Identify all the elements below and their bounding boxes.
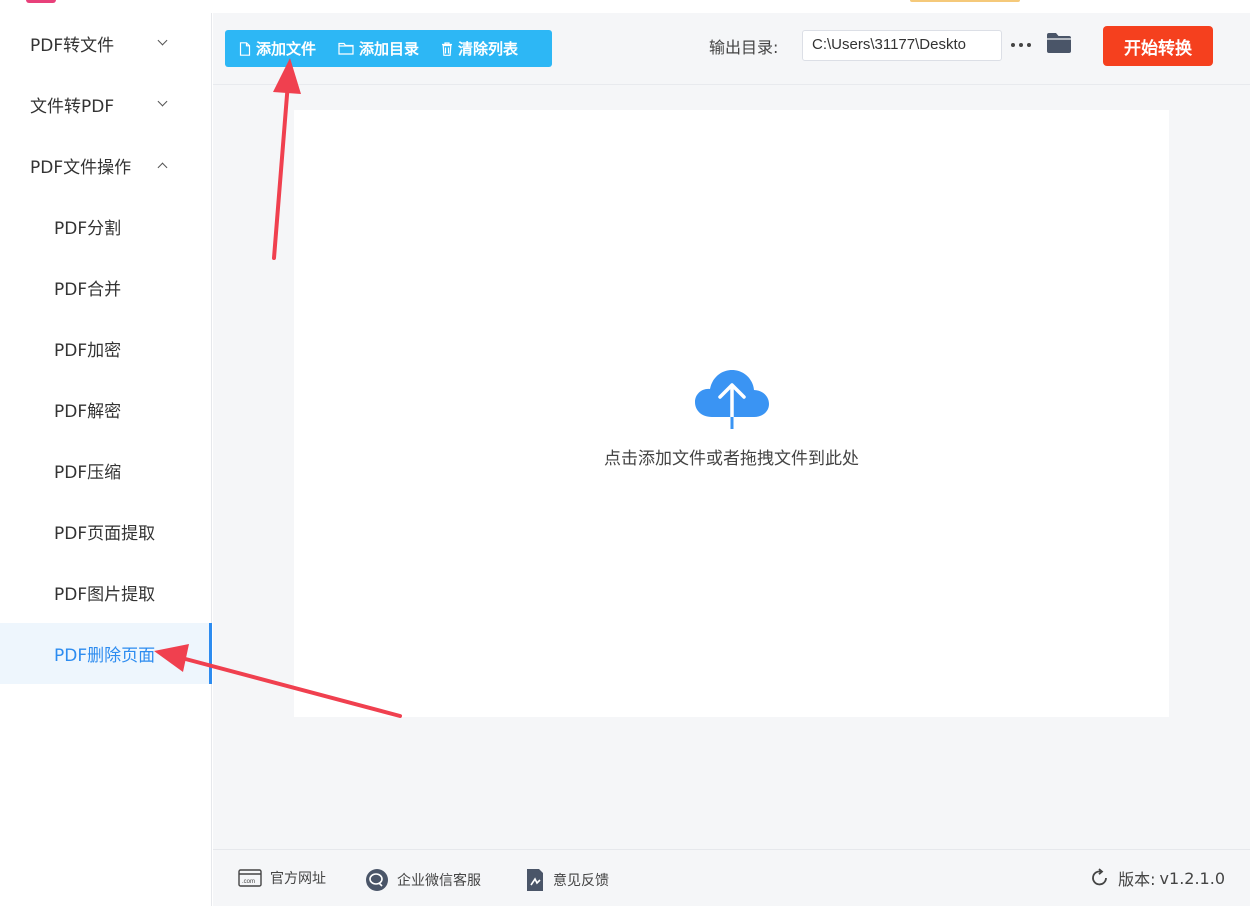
title-bar-strip: [0, 0, 1250, 13]
trash-icon: [442, 41, 453, 56]
sidebar-item-pdf-split[interactable]: PDF分割: [0, 196, 212, 257]
sidebar-item-pdf-compress[interactable]: PDF压缩: [0, 440, 212, 501]
sidebar-item-pdf-decrypt[interactable]: PDF解密: [0, 379, 212, 440]
more-options-button[interactable]: [1009, 31, 1033, 59]
clear-list-label: 清除列表: [458, 40, 519, 58]
drop-zone-hint: 点击添加文件或者拖拽文件到此处: [604, 449, 859, 469]
sidebar-item-pdf-image-extract[interactable]: PDF图片提取: [0, 562, 212, 623]
footer: .com 官方网址 企业微信客服 意见反馈 版本: v1.2.1.0: [213, 849, 1250, 906]
clear-list-button[interactable]: 清除列表: [441, 38, 518, 59]
sidebar-group-label: PDF转文件: [30, 36, 115, 56]
folder-outline-icon: [338, 42, 354, 55]
output-dir-label: 输出目录:: [709, 38, 779, 57]
official-website-link[interactable]: .com 官方网址: [238, 868, 326, 888]
sidebar-item-pdf-merge[interactable]: PDF合并: [0, 257, 212, 318]
add-folder-label: 添加目录: [359, 40, 420, 58]
version-label: 版本:: [1118, 870, 1156, 889]
sidebar-item-pdf-encrypt[interactable]: PDF加密: [0, 318, 212, 379]
chevron-down-icon: [158, 100, 168, 110]
file-drop-zone[interactable]: 点击添加文件或者拖拽文件到此处: [294, 110, 1169, 717]
add-file-button[interactable]: 添加文件: [239, 38, 316, 59]
feedback-link[interactable]: 意见反馈: [525, 868, 609, 892]
sidebar-group-label: PDF文件操作: [30, 158, 132, 178]
app-logo-fragment: [26, 0, 56, 3]
sidebar-item-pdf-delete-pages[interactable]: PDF删除页面: [0, 623, 212, 684]
sidebar-group-pdf-to-file[interactable]: PDF转文件: [0, 13, 212, 74]
svg-text:.com: .com: [242, 879, 255, 885]
official-website-label: 官方网址: [270, 871, 326, 887]
add-folder-button[interactable]: 添加目录: [338, 38, 419, 59]
open-folder-button[interactable]: [1046, 32, 1072, 58]
refresh-icon: [1092, 868, 1108, 886]
website-icon: .com: [238, 869, 262, 887]
banner-fragment: [910, 0, 1020, 2]
sidebar: PDF转文件 文件转PDF PDF文件操作 PDF分割 PDF合并 PDF加密 …: [0, 13, 212, 906]
main-panel: 添加文件 添加目录 清除列表 输出目录: C:\Users\31177\Desk…: [213, 13, 1250, 906]
sidebar-group-pdf-operations[interactable]: PDF文件操作: [0, 135, 212, 196]
chevron-down-icon: [158, 39, 168, 49]
feedback-icon: [527, 869, 543, 891]
sidebar-group-label: 文件转PDF: [30, 97, 115, 117]
version-value: v1.2.1.0: [1159, 868, 1225, 888]
wechat-support-link[interactable]: 企业微信客服: [365, 868, 481, 892]
sidebar-group-file-to-pdf[interactable]: 文件转PDF: [0, 74, 212, 135]
wechat-icon: [366, 869, 388, 891]
add-file-label: 添加文件: [256, 40, 317, 58]
toolbar: 添加文件 添加目录 清除列表 输出目录: C:\Users\31177\Desk…: [213, 13, 1250, 85]
cloud-upload-icon: [695, 370, 769, 431]
chevron-up-icon: [158, 161, 168, 171]
start-convert-button[interactable]: 开始转换: [1103, 26, 1213, 66]
sidebar-item-pdf-page-extract[interactable]: PDF页面提取: [0, 501, 212, 562]
file-button-group: 添加文件 添加目录 清除列表: [225, 30, 552, 67]
output-dir-field[interactable]: C:\Users\31177\Deskto: [802, 30, 1002, 61]
ellipsis-icon: [1011, 43, 1031, 47]
feedback-label: 意见反馈: [553, 873, 609, 889]
version-info: 版本: v1.2.1.0: [1090, 866, 1225, 890]
folder-icon: [1047, 33, 1071, 53]
file-icon: [239, 41, 251, 56]
wechat-support-label: 企业微信客服: [397, 873, 481, 889]
